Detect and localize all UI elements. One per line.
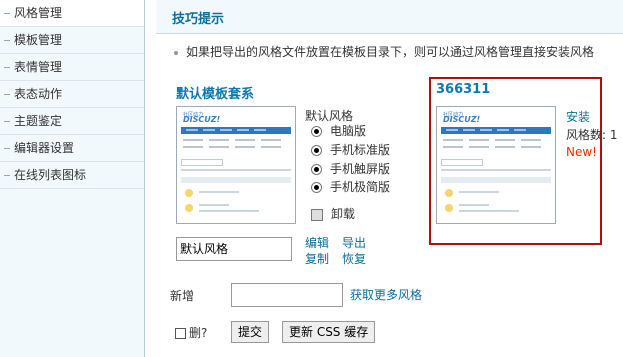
install-link[interactable]: 安装 [566,108,590,125]
tips-header: 技巧提示 [156,0,623,34]
radio-mobile-touch[interactable]: 手机触屏版 [311,160,390,178]
thumbnail-bar [181,177,291,183]
radio-label: 电脑版 [330,124,367,138]
bullet-icon [4,148,10,149]
sidebar-item-smiley-manage[interactable]: 表情管理 [0,54,144,81]
thumbnail-line [459,191,499,193]
get-more-styles-link[interactable]: 获取更多风格 [350,286,422,303]
sidebar-menu: 风格管理 模板管理 表情管理 表态动作 主题鉴定 编辑器设置 在线列表图标 [0,0,144,189]
thumbnail-line [199,191,239,193]
thumbnail-bar [441,177,551,183]
radio-mobile-standard[interactable]: 手机标准版 [311,141,390,159]
copy-link[interactable]: 复制 [305,250,329,267]
bullet-icon [4,13,10,14]
checkbox-icon[interactable] [175,328,186,339]
sidebar-item-label: 编辑器设置 [14,141,75,155]
delete-checkbox[interactable]: 删? [175,324,207,341]
sidebar-item-template-manage[interactable]: 模板管理 [0,27,144,54]
thumbnail-line [441,169,551,171]
new-style-name[interactable]: 366311 [436,82,490,97]
bullet-icon [4,40,10,41]
thumbnail-grid [441,137,551,157]
default-style-name[interactable]: 默认模板套系 [176,83,254,102]
sidebar-item-editor-settings[interactable]: 编辑器设置 [0,135,144,162]
default-style-thumbnail[interactable]: 社区动力 DISCUZ! [176,106,296,224]
add-style-input[interactable] [231,283,343,307]
sidebar-item-label: 主题鉴定 [14,114,63,128]
sidebar-item-label: 表态动作 [14,87,63,101]
thumbnail-line [181,169,291,171]
bullet-icon [4,94,10,95]
sidebar-item-thread-stamp[interactable]: 主题鉴定 [0,108,144,135]
new-style-thumbnail[interactable]: 社区动力 DISCUZ! [436,106,556,224]
thumbnail-navbar [181,127,291,134]
logo-text: DISCUZ! [443,115,481,124]
sidebar-item-label: 模板管理 [14,33,63,47]
thumbnail-line [459,210,519,212]
radio-label: 手机极简版 [330,180,391,194]
uninstall-checkbox[interactable]: 卸载 [311,205,355,223]
bullet-icon [4,67,10,68]
tips-text: 如果把导出的风格文件放置在模板目录下，则可以通过风格管理直接安装风格 [186,45,595,59]
thumbnail-blob [445,204,453,212]
thumbnail-line [459,204,489,206]
bullet-icon [4,175,10,176]
discuz-logo: 社区动力 DISCUZ! [443,111,483,124]
thumbnail-blob [185,189,193,197]
edit-link[interactable]: 编辑 [305,234,329,251]
thumbnail-blob [445,189,453,197]
thumbnail-line [199,204,229,206]
thumbnail-navbar [441,127,551,134]
thumbnail-blob [185,204,193,212]
sidebar-item-clicks[interactable]: 表态动作 [0,81,144,108]
sidebar: 风格管理 模板管理 表情管理 表态动作 主题鉴定 编辑器设置 在线列表图标 [0,0,145,357]
radio-checked-icon[interactable] [311,126,322,137]
radio-checked-icon[interactable] [311,182,322,193]
bullet-icon [174,50,178,55]
sidebar-item-style-manage[interactable]: 风格管理 [0,0,144,27]
discuz-logo: 社区动力 DISCUZ! [183,111,223,124]
radio-checked-icon[interactable] [311,164,322,175]
sidebar-item-label: 风格管理 [14,6,63,20]
sidebar-item-label: 表情管理 [14,60,63,74]
uninstall-label: 卸载 [331,207,356,221]
bullet-icon [4,121,10,122]
thumbnail-line [199,210,259,212]
export-link[interactable]: 导出 [342,234,366,251]
tips-title: 技巧提示 [172,12,225,27]
submit-button[interactable]: 提交 [231,321,270,343]
radio-label: 手机标准版 [330,143,391,157]
thumbnail-search [181,159,223,166]
thumbnail-grid [181,137,291,157]
restore-link[interactable]: 恢复 [342,250,366,267]
radio-checked-icon[interactable] [311,145,322,156]
delete-label: 删? [189,326,208,340]
logo-text: DISCUZ! [183,115,221,124]
style-name-input[interactable] [176,237,292,261]
thumbnail-search [441,159,483,166]
add-label: 新增 [170,289,195,303]
style-count: 风格数: 1 [566,128,618,142]
radio-pc[interactable]: 电脑版 [311,122,366,140]
sidebar-item-label: 在线列表图标 [14,168,87,182]
radio-mobile-minimal[interactable]: 手机极简版 [311,178,390,196]
update-css-cache-button[interactable]: 更新 CSS 缓存 [282,321,376,343]
new-badge: New! [566,145,597,159]
radio-label: 手机触屏版 [330,162,391,176]
sidebar-item-online-icons[interactable]: 在线列表图标 [0,162,144,189]
checkbox-disabled-icon[interactable] [311,208,323,221]
tips-item: 如果把导出的风格文件放置在模板目录下，则可以通过风格管理直接安装风格 [174,43,594,60]
